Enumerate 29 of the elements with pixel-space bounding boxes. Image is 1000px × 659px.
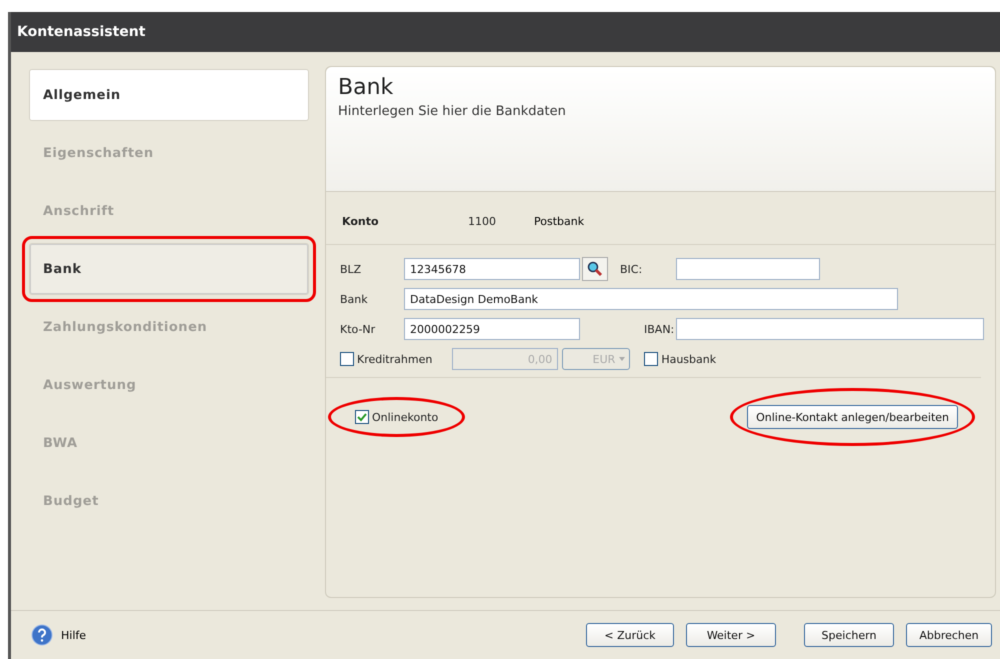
account-number: 1100 — [468, 214, 497, 228]
footer-button[interactable]: Speichern — [804, 623, 894, 647]
help-icon[interactable] — [31, 624, 53, 646]
field-label: IBAN: — [644, 322, 676, 336]
field-label: BIC: — [620, 262, 644, 276]
account-label: Konto — [342, 214, 380, 228]
sidebar-item[interactable]: Allgemein — [29, 69, 309, 121]
help-label[interactable]: Hilfe — [61, 628, 586, 642]
search-button[interactable] — [582, 257, 608, 281]
field-label: Bank — [340, 292, 369, 306]
footer-button[interactable]: Abbrechen — [906, 623, 992, 647]
footer-button[interactable]: < Zurück — [586, 623, 674, 647]
checkmark-icon — [357, 412, 367, 422]
account-name: Postbank — [534, 214, 584, 228]
page-title: Bank — [338, 75, 394, 100]
page-subtitle: Hinterlegen Sie hier die Bankdaten — [338, 104, 567, 119]
bic-field[interactable] — [676, 258, 820, 280]
search-icon — [587, 261, 603, 277]
field-label: Kto-Nr — [340, 322, 376, 336]
footer-button[interactable]: Weiter > — [686, 623, 776, 647]
field-label: BLZ — [340, 262, 362, 276]
blz-field[interactable]: 12345678 — [404, 258, 580, 280]
hausbank-checkbox[interactable]: Hausbank — [644, 352, 716, 366]
online-contact-button[interactable]: Online-Kontakt anlegen/bearbeiten — [747, 405, 958, 429]
caret-icon — [619, 357, 626, 361]
iban-field[interactable] — [676, 318, 984, 340]
window-title: Kontenassistent — [11, 12, 1000, 52]
account-number-field[interactable]: 2000002259 — [404, 318, 580, 340]
bank-field[interactable]: DataDesign DemoBank — [404, 288, 898, 310]
